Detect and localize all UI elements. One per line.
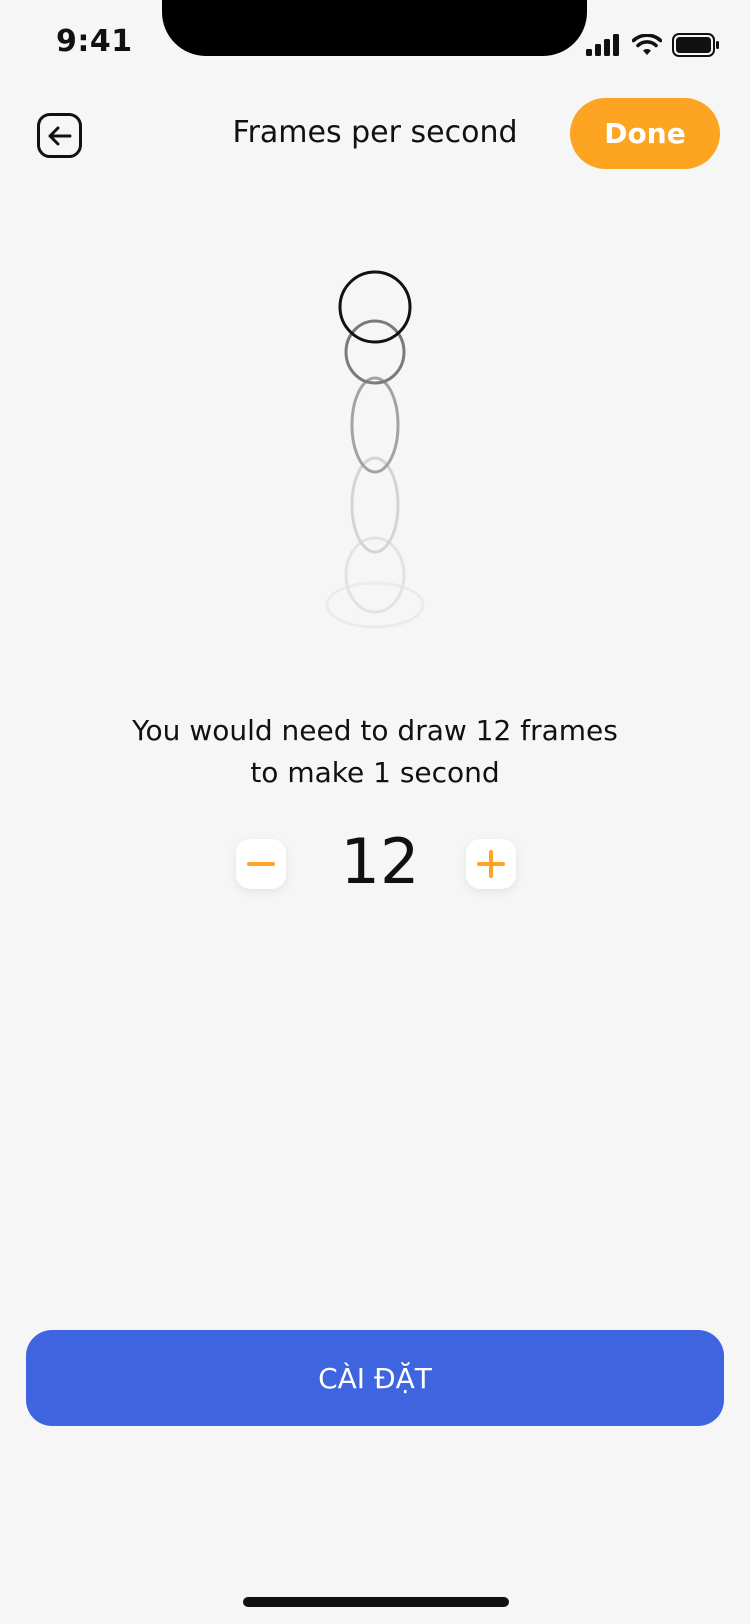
status-icons xyxy=(586,32,720,58)
description-line-2: to make 1 second xyxy=(250,756,500,789)
device-notch xyxy=(162,0,587,56)
increment-button[interactable] xyxy=(466,839,516,889)
home-indicator xyxy=(243,1597,509,1607)
cellular-signal-icon xyxy=(586,34,619,56)
minus-icon xyxy=(247,862,275,866)
settings-button[interactable]: CÀI ĐẶT xyxy=(26,1330,724,1426)
decrement-button[interactable] xyxy=(236,839,286,889)
plus-icon xyxy=(477,850,505,878)
fps-value: 12 xyxy=(340,825,420,898)
done-button[interactable]: Done xyxy=(570,98,720,169)
wifi-icon xyxy=(632,34,662,55)
description-line-1: You would need to draw 12 frames xyxy=(132,714,618,747)
battery-icon xyxy=(672,33,719,57)
frames-description: You would need to draw 12 frames to make… xyxy=(60,710,690,794)
bouncing-ball-illustration xyxy=(325,270,425,629)
status-time: 9:41 xyxy=(56,24,133,59)
